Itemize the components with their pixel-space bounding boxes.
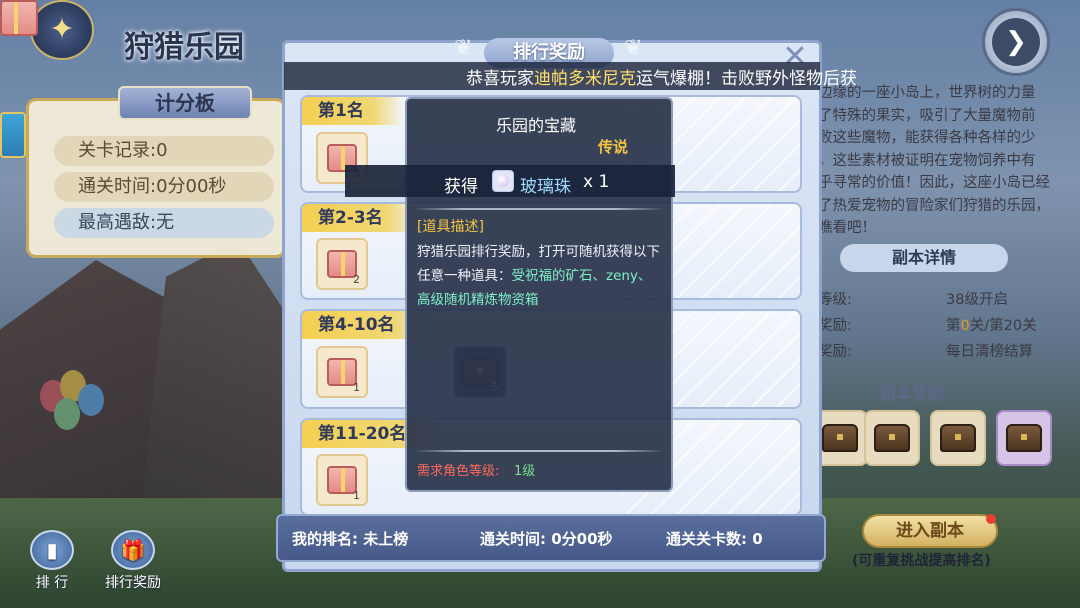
announcement-suffix: 运气爆棚！击败野外怪物后获 — [636, 69, 857, 89]
clear-time: 通关时间:0分00秒 — [54, 172, 274, 202]
glass-bead-icon — [492, 170, 514, 192]
progress-prefix: 第 — [946, 318, 961, 334]
chest-icon — [1006, 424, 1042, 452]
rank-reward-button[interactable]: 🎁 排行奖励 — [100, 530, 166, 592]
announcement-player: 迪帕多米尼克 — [534, 69, 636, 89]
tooltip-rarity: 传说 — [598, 138, 629, 156]
detail-reset-label: 奖励: — [818, 344, 852, 360]
wing-right-icon: ❦ — [624, 36, 643, 61]
tooltip-desc-heading: [道具描述] — [417, 219, 484, 235]
compass-emblem-icon[interactable] — [30, 0, 94, 60]
next-button[interactable]: ❯ — [982, 8, 1050, 76]
obtain-item-name: 玻璃珠 — [520, 177, 571, 197]
bar-chart-icon: ▮ — [30, 530, 74, 570]
enter-note: (可重复挑战提高排名) — [852, 553, 991, 569]
progress-current: 0 — [960, 318, 970, 334]
detail-progress-value: 第0关/第20关 — [946, 314, 1037, 335]
scoreboard-title: 计分板 — [118, 86, 252, 120]
reward-slot[interactable] — [996, 410, 1052, 466]
tooltip-description: 狩猎乐园排行奖励，打开可随机获得以下任意一种道具：受祝福的矿石、zeny、高级随… — [417, 240, 663, 312]
chest-icon — [940, 424, 976, 452]
detail-level-label: 等级: — [818, 292, 852, 308]
obtain-label: 获得 — [444, 177, 478, 197]
my-rank: 我的排名: 未上榜 — [292, 530, 409, 548]
ranking-button[interactable]: ▮ 排 行 — [22, 530, 82, 592]
notification-dot — [986, 514, 996, 524]
requirement-label: 需求角色等级: — [417, 464, 500, 479]
detail-reset-value: 每日清榜结算 — [946, 344, 1033, 360]
rank-reward-button-label: 排行奖励 — [105, 575, 161, 591]
enter-dungeon-button[interactable]: 进入副本 — [862, 514, 998, 548]
dungeon-reward-title: 副本奖励 — [880, 384, 945, 403]
progress-suffix: 关/第20关 — [969, 318, 1037, 334]
dungeon-description: 边缘的一座小岛上，世界树的力量 了特殊的果实，吸引了大量魔物前 败这些魔物，能获… — [818, 82, 1070, 240]
description-line: ，这些素材被证明在宠物饲养中有 — [818, 152, 1036, 169]
gift-icon: 🎁 — [111, 530, 155, 570]
chest-icon — [874, 424, 910, 452]
item-qty: 2 — [353, 273, 360, 286]
my-clear-time: 通关时间: 0分00秒 — [480, 530, 613, 548]
reward-slot[interactable] — [864, 410, 920, 466]
description-line: 了特殊的果实，吸引了大量魔物前 — [818, 107, 1036, 124]
divider — [414, 450, 664, 452]
rank-label: 第1名 — [302, 97, 404, 125]
page-title: 狩猎乐园 — [124, 30, 244, 65]
reward-slot[interactable] — [930, 410, 986, 466]
description-line: 乎寻常的价值！因此，这座小岛已经 — [818, 175, 1050, 191]
detail-progress-label: 奖励: — [818, 318, 852, 334]
reward-item[interactable]: 1 — [316, 454, 368, 506]
divider — [414, 208, 664, 210]
max-encounter: 最高遇敌:无 — [54, 208, 274, 238]
announcement-text: 恭喜玩家迪帕多米尼克运气爆棚！击败野外怪物后获 — [466, 64, 886, 89]
requirement-value: 1级 — [514, 464, 536, 479]
wing-left-icon: ❦ — [454, 36, 473, 61]
description-line: 了热爱宠物的冒险家们狩猎的乐园， — [818, 197, 1050, 214]
detail-level-value: 38级开启 — [946, 292, 1008, 308]
my-clear-stages: 通关关卡数: 0 — [666, 530, 763, 548]
description-line: 瞧看吧！ — [818, 220, 876, 236]
stage-record: 关卡记录:0 — [54, 136, 274, 166]
ticket-icon[interactable] — [0, 112, 26, 158]
item-qty: 1 — [353, 489, 360, 502]
dungeon-details-title: 副本详情 — [840, 244, 1008, 272]
reward-item[interactable]: 2 — [316, 238, 368, 290]
gift-box-icon — [0, 0, 38, 36]
reward-item[interactable]: 1 — [316, 346, 368, 398]
obtain-item-qty: x 1 — [583, 172, 610, 192]
item-qty: 1 — [353, 381, 360, 394]
description-line: 败这些魔物，能获得各种各样的少 — [818, 130, 1036, 146]
ranking-button-label: 排 行 — [35, 575, 69, 591]
chest-icon — [822, 424, 858, 452]
chevron-right-icon: ❯ — [992, 18, 1040, 66]
announcement-prefix: 恭喜玩家 — [466, 69, 534, 89]
tooltip-item-name: 乐园的宝藏 — [496, 116, 577, 135]
